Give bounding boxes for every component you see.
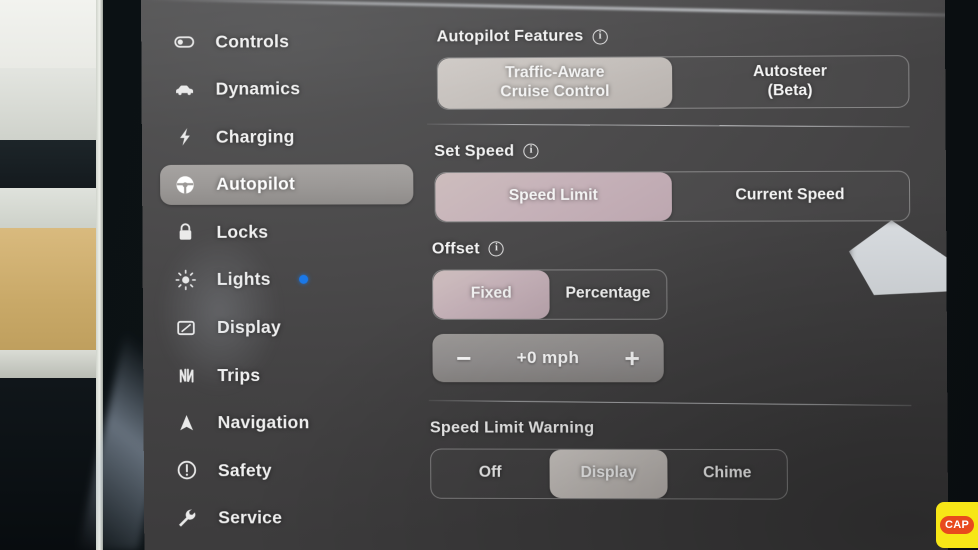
increment-button[interactable]: + bbox=[619, 345, 646, 371]
display-icon bbox=[175, 317, 197, 339]
sidebar-item-display[interactable]: Display bbox=[161, 307, 414, 347]
section-divider bbox=[429, 400, 912, 406]
info-icon[interactable]: i bbox=[489, 242, 504, 257]
section-speed-limit-warning: Speed Limit Warning Off Display Chime bbox=[430, 419, 912, 500]
sidebar-item-navigation[interactable]: Navigation bbox=[161, 403, 414, 443]
offset-segmented-control: Fixed Percentage bbox=[432, 269, 668, 320]
section-title: Speed Limit Warning bbox=[430, 419, 594, 437]
option-current-speed[interactable]: Current Speed bbox=[671, 171, 909, 220]
sidebar-item-dynamics[interactable]: Dynamics bbox=[159, 68, 412, 109]
car-icon bbox=[173, 78, 195, 100]
steering-wheel-icon bbox=[174, 174, 196, 196]
section-header: Set Speed i bbox=[434, 141, 910, 161]
section-header: Autopilot Features i bbox=[437, 26, 910, 47]
section-divider bbox=[427, 123, 910, 127]
sidebar-item-controls[interactable]: Controls bbox=[159, 20, 412, 61]
offset-stepper: − +0 mph + bbox=[432, 334, 663, 382]
lightning-bolt-icon bbox=[174, 126, 196, 148]
sidebar-item-autopilot[interactable]: Autopilot bbox=[160, 164, 413, 205]
environment-band-lower-sill bbox=[0, 350, 104, 378]
sidebar-item-label: Lights bbox=[217, 269, 271, 290]
info-icon[interactable]: i bbox=[523, 144, 538, 159]
section-title: Offset bbox=[432, 240, 480, 258]
environment-band-wall bbox=[0, 68, 104, 140]
option-fixed[interactable]: Fixed bbox=[433, 270, 550, 318]
toggle-icon bbox=[173, 31, 195, 53]
option-display[interactable]: Display bbox=[549, 450, 668, 499]
info-icon[interactable]: i bbox=[592, 29, 607, 44]
offset-value: +0 mph bbox=[517, 348, 580, 368]
watermark-label: CAP bbox=[940, 516, 974, 534]
environment-band-wood-trim bbox=[0, 228, 104, 350]
sidebar-item-service[interactable]: Service bbox=[162, 498, 415, 539]
environment-band-sill bbox=[0, 188, 104, 228]
background-environment bbox=[0, 0, 104, 550]
alert-circle-icon bbox=[176, 459, 198, 481]
sidebar-item-locks[interactable]: Locks bbox=[160, 212, 413, 253]
sidebar-item-label: Locks bbox=[216, 222, 268, 243]
speed-limit-warning-segmented-control: Off Display Chime bbox=[430, 448, 788, 499]
wrench-icon bbox=[176, 507, 198, 529]
sidebar-item-lights[interactable]: Lights bbox=[161, 260, 414, 300]
sidebar-item-charging[interactable]: Charging bbox=[160, 116, 413, 157]
sidebar-item-safety[interactable]: Safety bbox=[162, 450, 415, 491]
section-offset: Offset i Fixed Percentage − +0 mph + bbox=[432, 239, 911, 382]
autopilot-features-segmented-control: Traffic-Aware Cruise Control Autosteer (… bbox=[437, 55, 910, 109]
option-chime[interactable]: Chime bbox=[668, 450, 787, 499]
sun-lights-icon bbox=[175, 269, 197, 291]
sidebar-item-label: Safety bbox=[218, 460, 272, 481]
touchscreen-display: Controls Dynamics Charging Autopilot Loc… bbox=[141, 0, 948, 550]
sidebar-item-label: Service bbox=[218, 508, 282, 529]
option-off[interactable]: Off bbox=[431, 449, 549, 498]
trips-icon bbox=[175, 364, 197, 386]
option-percentage[interactable]: Percentage bbox=[549, 270, 666, 319]
corner-watermark: CAP bbox=[936, 502, 978, 548]
sidebar-item-label: Dynamics bbox=[216, 78, 301, 99]
sidebar-item-label: Controls bbox=[215, 31, 289, 52]
sidebar-item-label: Trips bbox=[217, 365, 260, 386]
section-autopilot-features: Autopilot Features i Traffic-Aware Cruis… bbox=[437, 26, 910, 110]
section-header: Offset i bbox=[432, 239, 911, 258]
option-autosteer-beta[interactable]: Autosteer (Beta) bbox=[672, 56, 908, 107]
environment-band-wall-top bbox=[0, 0, 104, 68]
section-title: Set Speed bbox=[434, 142, 514, 160]
option-speed-limit[interactable]: Speed Limit bbox=[435, 172, 671, 221]
lights-notification-badge bbox=[299, 275, 308, 284]
set-speed-segmented-control: Speed Limit Current Speed bbox=[434, 170, 910, 222]
sidebar-item-label: Autopilot bbox=[216, 174, 295, 195]
screen-glare-streak bbox=[145, 0, 948, 17]
photo-of-tesla-touchscreen: Controls Dynamics Charging Autopilot Loc… bbox=[0, 0, 978, 550]
decrement-button[interactable]: − bbox=[451, 345, 477, 371]
settings-sidebar: Controls Dynamics Charging Autopilot Loc… bbox=[159, 20, 415, 546]
option-traffic-aware-cruise-control[interactable]: Traffic-Aware Cruise Control bbox=[438, 57, 673, 108]
sidebar-item-label: Display bbox=[217, 317, 281, 338]
sidebar-item-trips[interactable]: Trips bbox=[161, 355, 414, 395]
sidebar-item-label: Charging bbox=[216, 126, 295, 147]
lock-icon bbox=[174, 221, 196, 243]
environment-band-dark-trim bbox=[0, 140, 104, 188]
navigation-arrow-icon bbox=[176, 412, 198, 434]
autopilot-settings-panel: Autopilot Features i Traffic-Aware Cruis… bbox=[431, 26, 913, 512]
section-header: Speed Limit Warning bbox=[430, 419, 912, 438]
section-set-speed: Set Speed i Speed Limit Current Speed bbox=[434, 141, 910, 222]
sidebar-item-label: Navigation bbox=[218, 412, 310, 433]
section-title: Autopilot Features bbox=[437, 28, 584, 47]
